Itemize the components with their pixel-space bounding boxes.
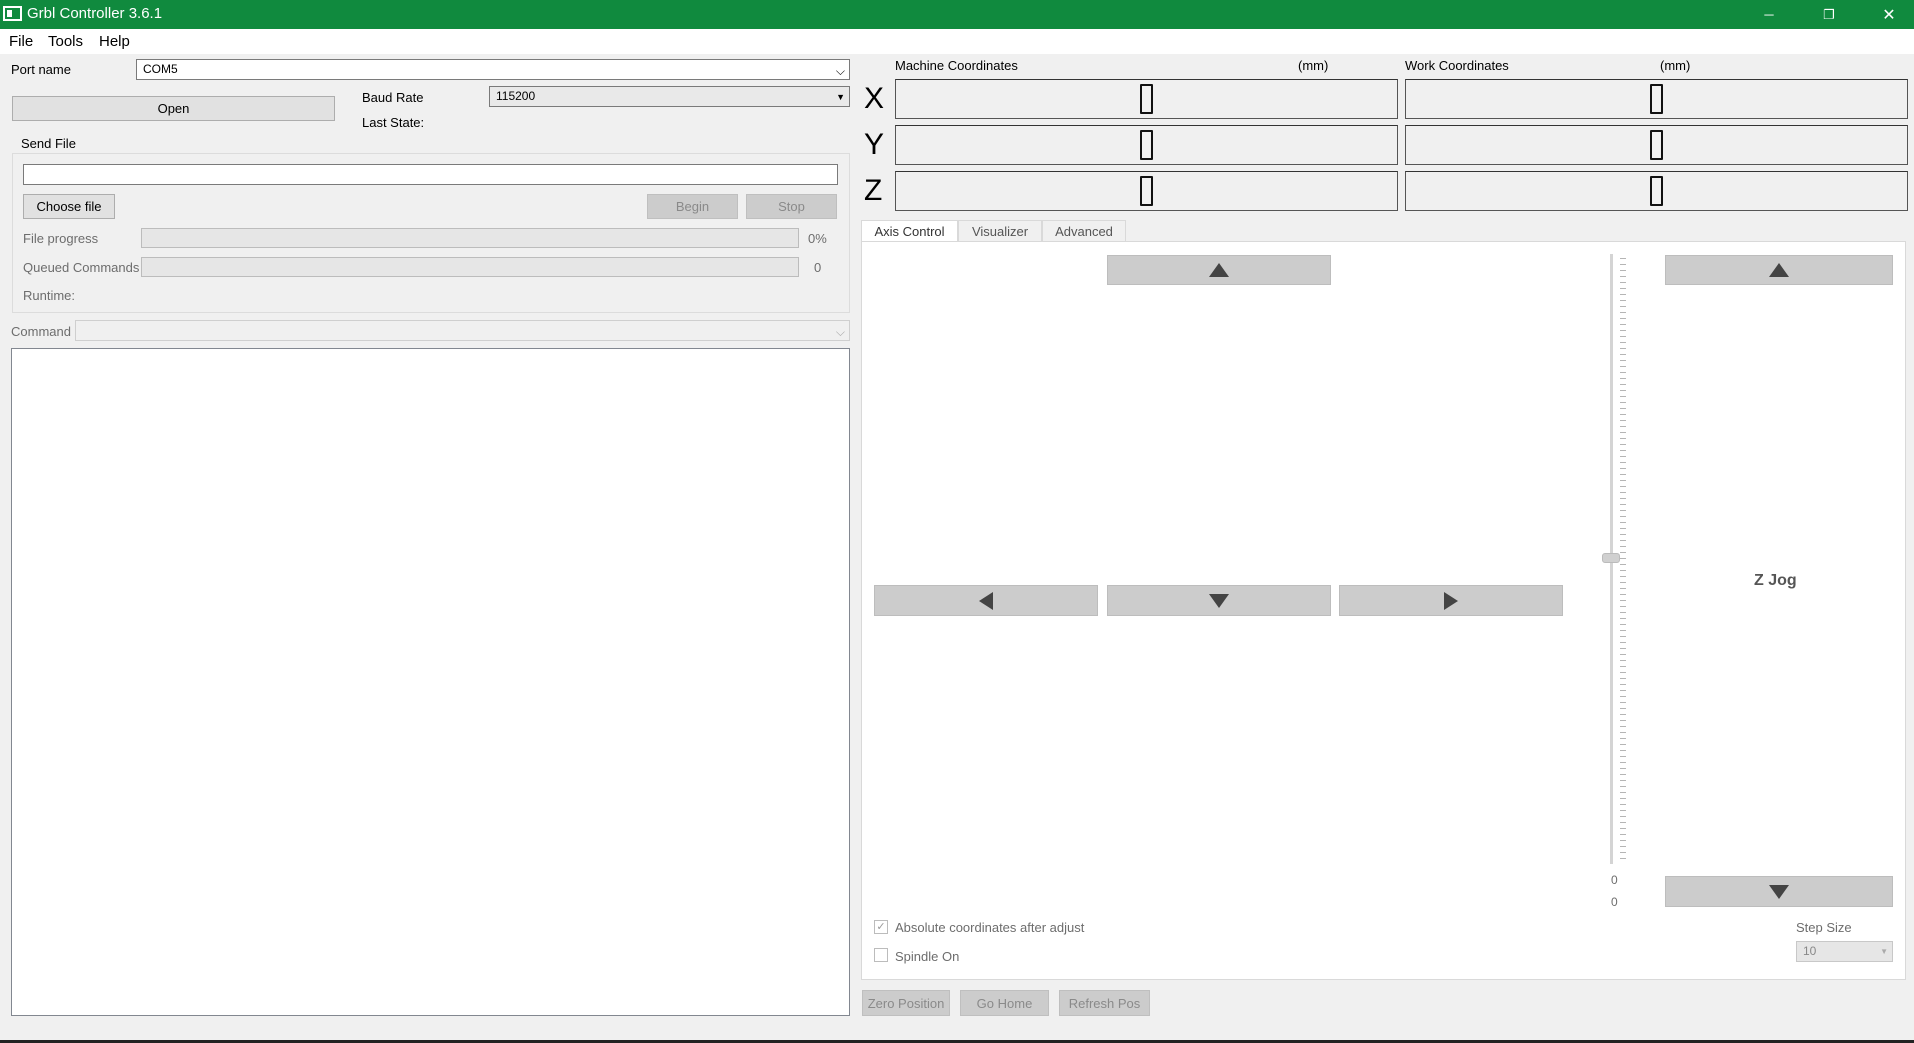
command-input[interactable]: ⌵ [75,320,850,341]
work-coordinates-title: Work Coordinates [1405,58,1509,73]
lcd-digit [1140,130,1153,160]
work-z-display [1405,171,1908,211]
port-name-label: Port name [11,62,71,77]
chevron-down-icon: ⌵ [835,64,845,78]
spindle-on-label: Spindle On [895,949,960,964]
begin-button[interactable]: Begin [647,194,738,219]
port-name-value: COM5 [143,62,178,76]
lcd-digit [1650,130,1663,160]
tab-visualizer[interactable]: Visualizer [958,220,1042,242]
port-name-select[interactable]: COM5 ⌵ [136,59,850,80]
queued-commands-value: 0 [814,260,822,275]
arrow-down-icon [1209,593,1229,608]
baud-rate-select[interactable]: 115200 ▼ [489,86,850,107]
tab-advanced[interactable]: Advanced [1042,220,1126,242]
choose-file-button[interactable]: Choose file [23,194,115,219]
slider-value-bottom: 0 [1611,895,1618,909]
work-y-display [1405,125,1908,165]
refresh-pos-button[interactable]: Refresh Pos [1059,990,1150,1016]
open-port-button[interactable]: Open [12,96,335,121]
command-label: Command [11,324,71,339]
restore-button[interactable]: ❐ [1806,0,1852,29]
zero-position-button[interactable]: Zero Position [862,990,950,1016]
menu-bar: File Tools Help [0,29,1914,54]
window-title: Grbl Controller 3.6.1 [27,5,163,22]
runtime-label: Runtime: [23,288,76,303]
title-bar: Grbl Controller 3.6.1 ─ ❐ ✕ [0,0,1914,29]
work-x-display [1405,79,1908,119]
machine-unit: (mm) [1298,58,1329,73]
close-button[interactable]: ✕ [1866,0,1912,29]
jog-x-minus-button[interactable] [874,585,1098,616]
file-progress-bar [141,228,799,248]
machine-y-display [895,125,1398,165]
axis-x-label: X [864,82,885,115]
last-state-label: Last State: [362,115,425,130]
arrow-right-icon [1444,591,1458,610]
chevron-down-icon: ⌵ [835,325,845,339]
z-jog-label: Z Jog [1754,572,1797,589]
absolute-coords-checkbox[interactable]: ✓ [874,920,888,934]
machine-x-display [895,79,1398,119]
menu-tools[interactable]: Tools [48,33,83,50]
menu-help[interactable]: Help [99,33,130,50]
dropdown-arrow-icon: ▼ [1880,947,1888,956]
jog-z-minus-button[interactable] [1665,876,1893,907]
step-size-label: Step Size [1796,920,1852,935]
arrow-up-icon [1209,263,1229,277]
jog-z-plus-button[interactable] [1665,255,1893,285]
tab-axis-control[interactable]: Axis Control [861,220,958,242]
file-progress-value: 0% [808,231,827,246]
step-size-value: 10 [1803,944,1817,958]
jog-y-minus-button[interactable] [1107,585,1331,616]
file-progress-label: File progress [23,231,99,246]
baud-rate-label: Baud Rate [362,90,424,105]
file-path-input[interactable] [23,164,838,185]
dropdown-arrow-icon: ▼ [836,92,845,102]
arrow-up-icon [1769,263,1789,277]
app-icon [3,6,22,21]
queued-commands-bar [141,257,799,277]
menu-file[interactable]: File [9,33,33,50]
minimize-button[interactable]: ─ [1746,0,1792,29]
axis-y-label: Y [864,128,885,161]
lcd-digit [1650,176,1663,206]
go-home-button[interactable]: Go Home [960,990,1049,1016]
lcd-digit [1650,84,1663,114]
output-console[interactable] [11,348,850,1016]
spindle-on-checkbox[interactable] [874,948,888,962]
work-unit: (mm) [1660,58,1691,73]
axis-z-label: Z [864,174,883,207]
arrow-down-icon [1769,884,1789,899]
baud-rate-value: 115200 [496,89,536,103]
jog-y-plus-button[interactable] [1107,255,1331,285]
lcd-digit [1140,176,1153,206]
send-file-title: Send File [19,136,78,151]
stop-button[interactable]: Stop [746,194,837,219]
z-slider-ticks [1620,258,1626,863]
slider-value-top: 0 [1611,873,1618,887]
queued-commands-label: Queued Commands [23,260,140,275]
machine-z-display [895,171,1398,211]
step-size-select[interactable]: 10 ▼ [1796,941,1893,962]
machine-coordinates-title: Machine Coordinates [895,58,1018,73]
lcd-digit [1140,84,1153,114]
z-slider-handle[interactable] [1602,553,1620,563]
jog-x-plus-button[interactable] [1339,585,1563,616]
arrow-left-icon [979,591,993,610]
absolute-coords-label: Absolute coordinates after adjust [895,920,1085,935]
